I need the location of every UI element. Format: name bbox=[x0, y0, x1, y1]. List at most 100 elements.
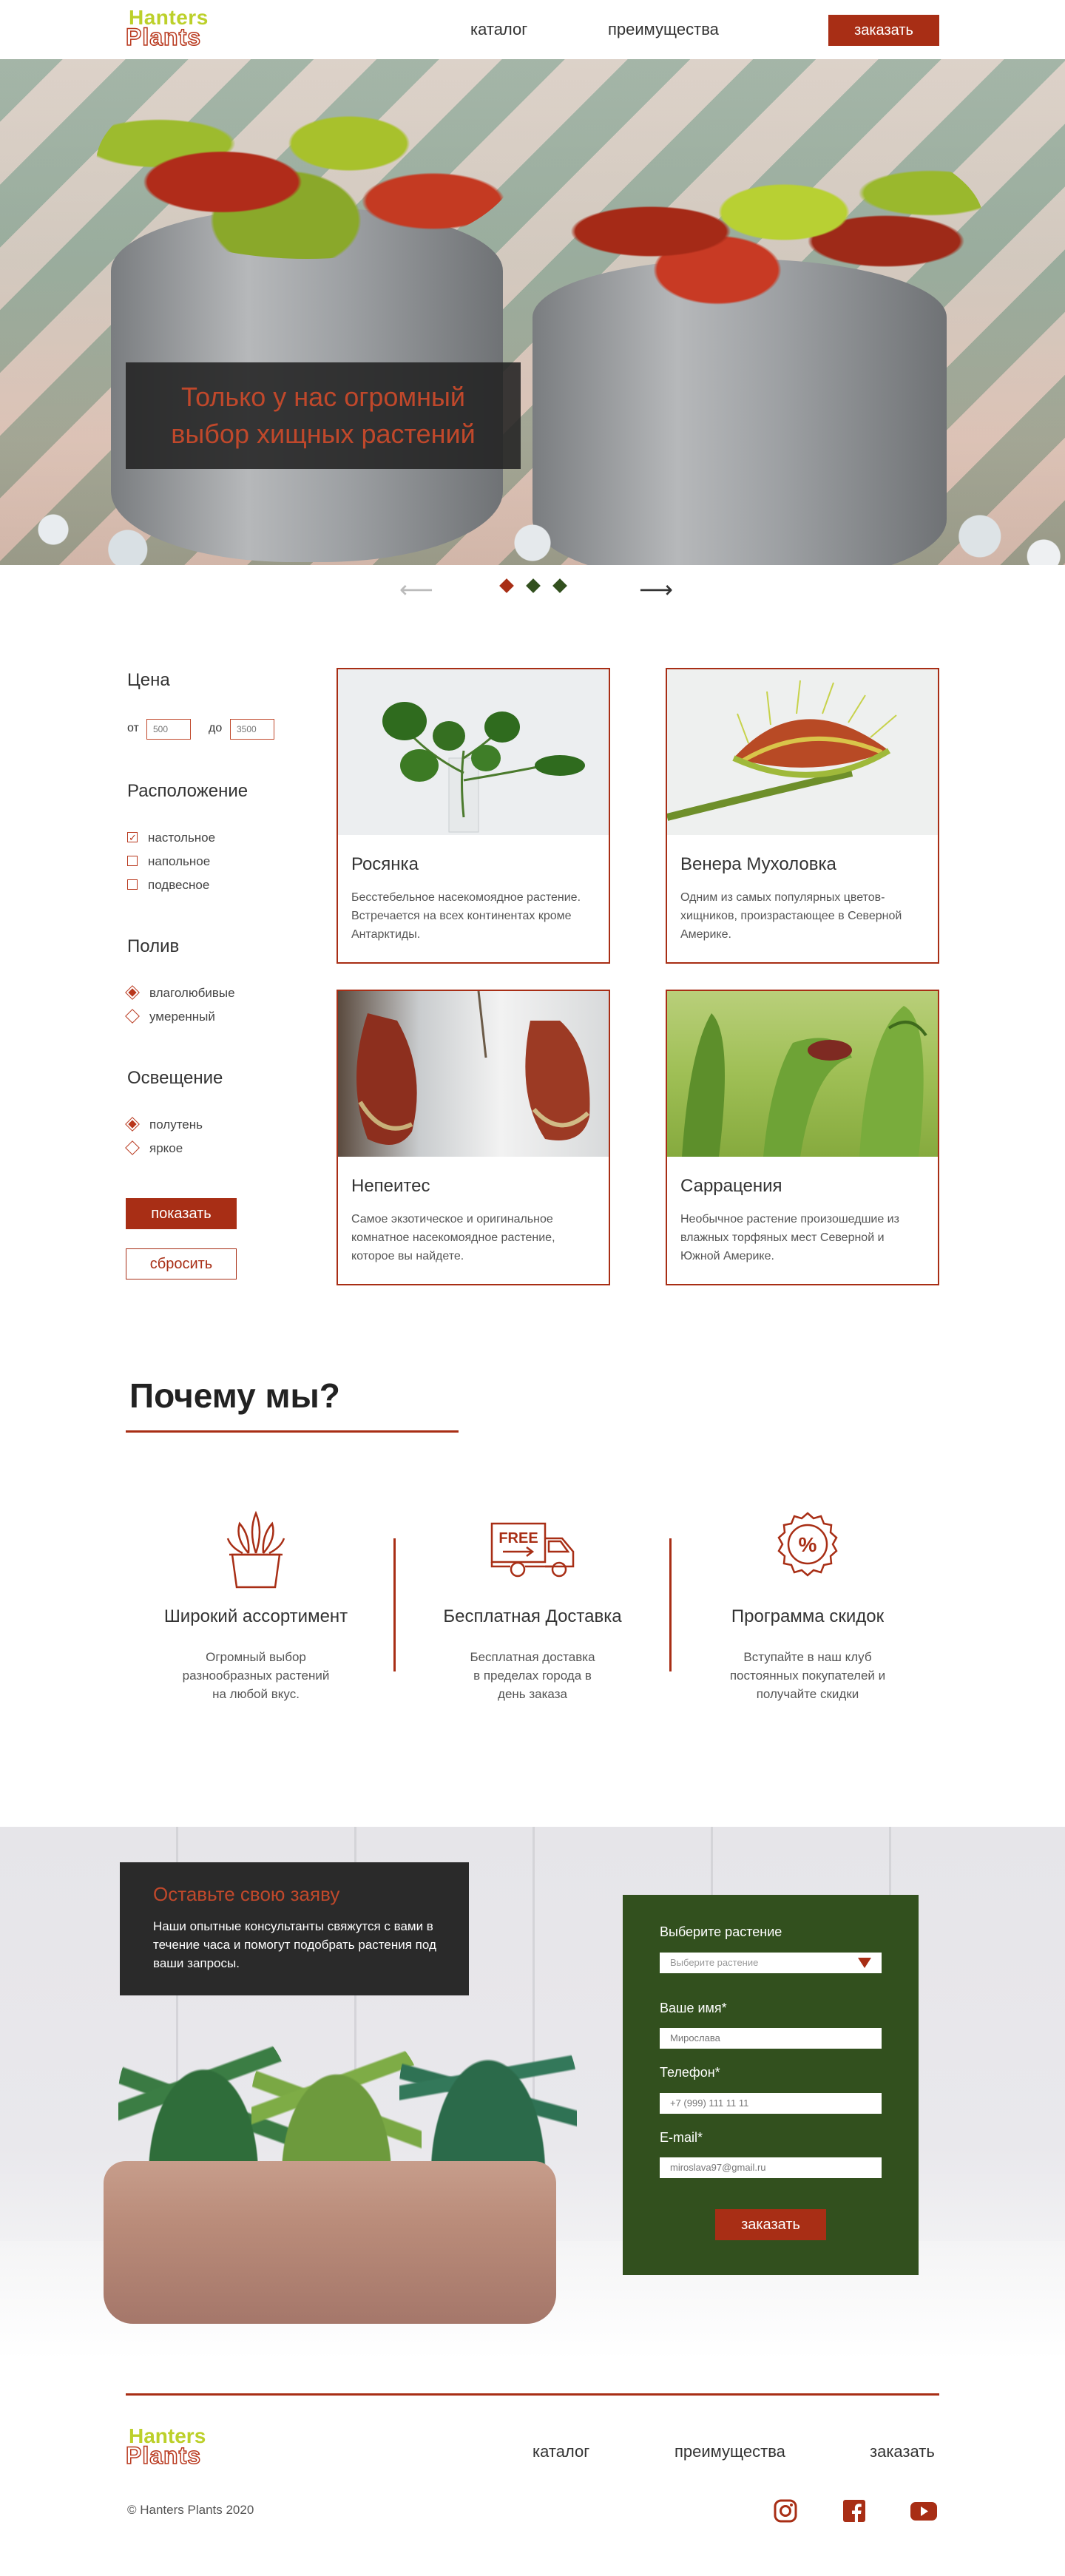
name-label: Ваше имя* bbox=[660, 2001, 727, 2015]
price-to-input[interactable] bbox=[230, 719, 274, 740]
option-label: подвесное bbox=[148, 878, 210, 892]
show-button[interactable]: показать bbox=[126, 1198, 237, 1229]
nav-link-catalog[interactable]: каталог bbox=[470, 20, 527, 39]
product-image-sarracenia bbox=[667, 991, 938, 1157]
product-name: Непеитес bbox=[351, 1176, 430, 1196]
percent-label: % bbox=[799, 1533, 817, 1556]
discount-badge-icon: % bbox=[697, 1509, 919, 1594]
copyright: © Hanters Plants 2020 bbox=[127, 2503, 254, 2517]
product-card[interactable]: Непеитес Самое экзотическое и оригинальн… bbox=[337, 990, 610, 1285]
request-info-box: Оставьте свою заяву Наши опытные консуль… bbox=[120, 1862, 469, 1995]
reset-button[interactable]: сбросить bbox=[126, 1248, 237, 1279]
plant-select-label: Выберите растение bbox=[660, 1924, 782, 1939]
product-name: Саррацения bbox=[680, 1176, 782, 1196]
light-option-partial-shade[interactable]: полутень bbox=[125, 1116, 203, 1133]
request-text: Наши опытные консультанты свяжутся с вам… bbox=[153, 1919, 436, 1970]
watering-filter-title: Полив bbox=[127, 936, 180, 956]
product-name: Росянка bbox=[351, 854, 419, 874]
feature-divider bbox=[393, 1538, 396, 1671]
site-header: Hanters Plants каталог преимущества зака… bbox=[0, 0, 1065, 59]
product-card[interactable]: Саррацения Необычное растение произошедш… bbox=[666, 990, 939, 1285]
slider-next-arrow[interactable]: ⟶ bbox=[639, 575, 673, 604]
hero-plant-right bbox=[540, 126, 984, 318]
slider-dot-2[interactable] bbox=[526, 578, 541, 593]
free-label: FREE bbox=[498, 1530, 538, 1546]
hero-caption-line2: выбор хищных растений bbox=[171, 419, 476, 449]
chevron-down-icon[interactable] bbox=[858, 1958, 871, 1968]
option-label: влаголюбивые bbox=[149, 986, 235, 1000]
phone-label: Телефон* bbox=[660, 2065, 720, 2080]
logo[interactable]: Hanters Plants bbox=[125, 6, 222, 52]
footer-link-catalog[interactable]: каталог bbox=[532, 2442, 589, 2461]
succulent bbox=[399, 1997, 577, 2174]
facebook-icon[interactable] bbox=[842, 2498, 867, 2523]
footer-logo[interactable]: Hanters Plants bbox=[125, 2424, 222, 2470]
location-option-floor[interactable]: напольное bbox=[127, 853, 210, 870]
radio[interactable] bbox=[125, 1008, 140, 1024]
light-option-bright[interactable]: яркое bbox=[125, 1140, 183, 1157]
youtube-icon[interactable] bbox=[910, 2498, 938, 2523]
plant-select[interactable]: Выберите растение bbox=[660, 1953, 882, 1973]
slider-dot-3[interactable] bbox=[552, 578, 567, 593]
product-card[interactable]: Венера Мухоловка Одним из самых популярн… bbox=[666, 668, 939, 964]
phone-field[interactable] bbox=[660, 2093, 882, 2114]
product-image-rosyanka bbox=[338, 669, 609, 835]
plant-select-value: Выберите растение bbox=[670, 1957, 759, 1968]
location-option-table[interactable]: настольное bbox=[127, 830, 215, 846]
submit-order-button[interactable]: заказать bbox=[715, 2209, 826, 2240]
feature-title: Бесплатная Доставка bbox=[443, 1606, 622, 1626]
checkbox[interactable] bbox=[127, 855, 138, 866]
option-label: настольное bbox=[148, 831, 216, 845]
checkbox[interactable] bbox=[127, 879, 138, 890]
plant-illustration bbox=[356, 991, 590, 1145]
checkbox-checked[interactable] bbox=[127, 830, 138, 846]
footer-link-advantages[interactable]: преимущества bbox=[674, 2442, 785, 2461]
radio-checked[interactable] bbox=[125, 984, 140, 1000]
slider-prev-arrow[interactable]: ⟵ bbox=[399, 575, 433, 604]
order-button[interactable]: заказать bbox=[828, 15, 939, 46]
product-description: Одним из самых популярных цветов-хищнико… bbox=[680, 891, 902, 941]
nav-link-advantages[interactable]: преимущества bbox=[608, 20, 719, 39]
price-to-label: до bbox=[209, 722, 223, 734]
product-description: Необычное растение произошедшие из влажн… bbox=[680, 1213, 899, 1262]
location-filter-title: Расположение bbox=[127, 781, 248, 801]
location-option-hanging[interactable]: подвесное bbox=[127, 877, 209, 893]
footer-divider bbox=[126, 2393, 939, 2396]
product-image-nepenthes bbox=[338, 991, 609, 1157]
why-us-underline bbox=[126, 1430, 459, 1433]
name-field[interactable] bbox=[660, 2028, 882, 2049]
feature-text: Бесплатная доставка в пределах города в … bbox=[470, 1650, 595, 1701]
footer-link-order[interactable]: заказать bbox=[870, 2442, 935, 2461]
order-form: Выберите растение Выберите растение Ваше… bbox=[623, 1895, 919, 2275]
hero-caption-line1: Только у нас огромный bbox=[180, 382, 466, 412]
price-from-input[interactable] bbox=[146, 719, 191, 740]
radio-checked[interactable] bbox=[125, 1116, 140, 1132]
feature-divider bbox=[669, 1538, 672, 1671]
hero-slider: Только у нас огромный выбор хищных расте… bbox=[0, 59, 1065, 565]
email-label: E-mail* bbox=[660, 2130, 703, 2145]
radio[interactable] bbox=[125, 1140, 140, 1155]
price-from-label: от bbox=[127, 722, 139, 734]
slider-dot-1[interactable] bbox=[499, 578, 514, 593]
product-description: Бесстебельное насекомоядное растение. Вс… bbox=[351, 891, 581, 941]
watering-option-moderate[interactable]: умеренный bbox=[125, 1008, 215, 1025]
hero-pebbles bbox=[0, 503, 1065, 565]
option-label: умеренный bbox=[149, 1010, 215, 1024]
feature-title: Широкий ассортимент bbox=[163, 1606, 348, 1626]
light-filter-title: Освещение bbox=[127, 1068, 223, 1088]
option-label: полутень bbox=[149, 1118, 203, 1132]
logo-bottom-text: Plants bbox=[125, 23, 202, 51]
instagram-icon[interactable] bbox=[773, 2498, 798, 2523]
succulent bbox=[251, 2019, 422, 2174]
plant-illustration bbox=[667, 680, 897, 821]
price-filter-title: Цена bbox=[127, 670, 170, 690]
plant-illustration bbox=[682, 1006, 927, 1157]
email-field[interactable] bbox=[660, 2157, 882, 2178]
why-us-title: Почему мы? bbox=[129, 1376, 340, 1415]
product-card[interactable]: Росянка Бесстебельное насекомоядное раст… bbox=[337, 668, 610, 964]
product-description: Самое экзотическое и оригинальное комнат… bbox=[351, 1213, 555, 1262]
request-title: Оставьте свою заяву bbox=[153, 1883, 340, 1905]
product-image-venus-flytrap bbox=[667, 669, 938, 835]
logo-bottom-text: Plants bbox=[125, 2441, 202, 2469]
watering-option-moisture[interactable]: влаголюбивые bbox=[125, 984, 235, 1001]
